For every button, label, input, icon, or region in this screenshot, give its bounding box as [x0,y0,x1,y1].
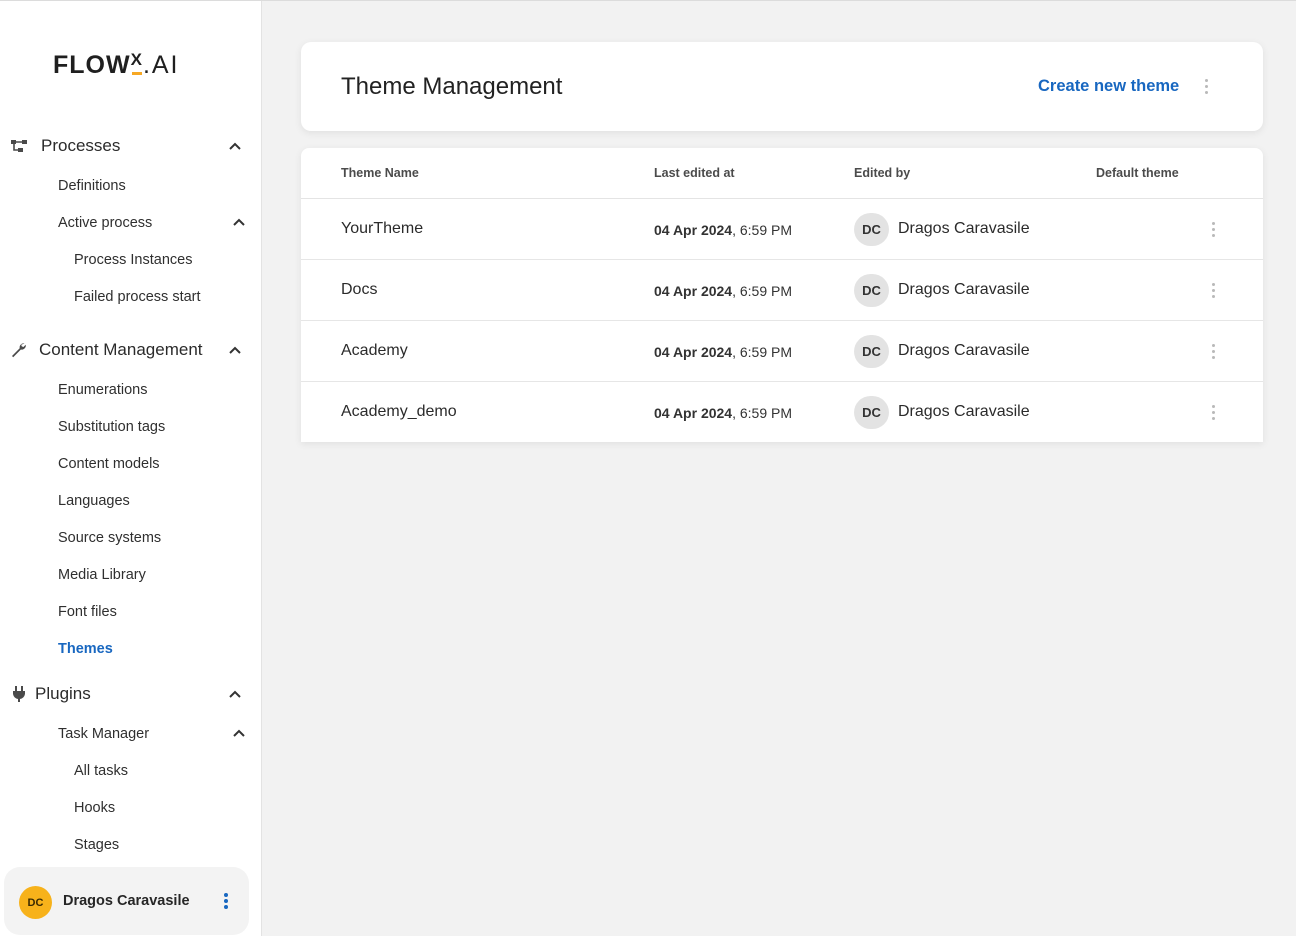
sidebar-item-languages[interactable]: Languages [0,487,262,515]
last-edited: 04 Apr 2024, 6:59 PM [654,222,792,238]
sidebar-item-source-systems[interactable]: Source systems [0,524,262,552]
date-value: 04 Apr 2024 [654,344,733,360]
editor-name: Dragos Caravasile [898,342,1030,359]
column-header-theme-name[interactable]: Theme Name [341,166,419,180]
editor-name: Dragos Caravasile [898,281,1030,298]
last-edited: 04 Apr 2024, 6:59 PM [654,283,792,299]
sidebar-item-process-instances[interactable]: Process Instances [0,246,262,274]
avatar: DC [854,213,889,246]
nav-section-processes[interactable]: Processes [0,129,262,165]
theme-name: YourTheme [341,220,424,237]
time-value: , 6:59 PM [732,283,793,299]
sidebar-item-label: All tasks [74,763,128,779]
date-value: 04 Apr 2024 [654,222,733,238]
table-row[interactable]: Academy 04 Apr 2024, 6:59 PM DC Dragos C… [301,321,1263,382]
editor-name: Dragos Caravasile [898,403,1030,420]
flow-icon [11,140,27,152]
chevron-up-icon[interactable] [226,686,244,704]
chevron-up-icon[interactable] [230,725,248,743]
time-value: , 6:59 PM [732,344,793,360]
avatar: DC [854,335,889,368]
chevron-up-icon[interactable] [226,342,244,360]
time-value: , 6:59 PM [732,222,793,238]
sidebar-item-enumerations[interactable]: Enumerations [0,376,262,404]
sidebar-item-all-tasks[interactable]: All tasks [0,757,262,785]
chevron-up-icon[interactable] [226,138,244,156]
nav-section-label: Content Management [39,340,203,359]
page-title: Theme Management [341,73,563,100]
sidebar-item-label: Active process [58,215,153,231]
column-header-edited-by[interactable]: Edited by [854,166,910,180]
avatar: DC [854,396,889,429]
kebab-menu-icon[interactable] [222,893,230,911]
table-row[interactable]: Academy_demo 04 Apr 2024, 6:59 PM DC Dra… [301,382,1263,443]
sidebar-item-stages[interactable]: Stages [0,831,262,859]
logo-suffix: .AI [142,51,180,79]
flowx-logo[interactable]: FLOWX.AI [53,50,180,79]
editor-name: Dragos Caravasile [898,220,1030,237]
sidebar-item-hooks[interactable]: Hooks [0,794,262,822]
sidebar-item-media-library[interactable]: Media Library [0,561,262,589]
sidebar-item-label: Definitions [58,178,126,194]
sidebar: FLOWX.AI Processes Definitions Active pr… [0,1,262,936]
avatar: DC [854,274,889,307]
nav-section-label: Plugins [35,684,91,703]
sidebar-item-label: Task Manager [58,726,150,742]
time-value: , 6:59 PM [732,405,793,421]
sidebar-item-themes[interactable]: Themes [0,635,262,663]
sidebar-item-failed-process-start[interactable]: Failed process start [0,283,262,311]
sidebar-item-label: Substitution tags [58,419,166,435]
sidebar-item-label: Content models [58,456,160,472]
sidebar-item-active-process[interactable]: Active process [0,209,262,237]
theme-name: Docs [341,281,378,298]
sidebar-item-label: Process Instances [74,252,193,268]
row-menu-icon[interactable] [1210,405,1216,423]
sidebar-item-label: Media Library [58,567,146,583]
sidebar-item-label: Hooks [74,800,116,816]
create-new-theme-button[interactable]: Create new theme [1038,77,1179,96]
nav-section-content-management[interactable]: Content Management [0,333,262,369]
row-menu-icon[interactable] [1210,283,1216,301]
row-menu-icon[interactable] [1210,344,1216,362]
sidebar-item-label: Font files [58,604,117,620]
sidebar-item-content-models[interactable]: Content models [0,450,262,478]
avatar: DC [19,886,52,919]
sidebar-item-label: Languages [58,493,130,509]
plug-icon [13,686,25,702]
column-header-last-edited[interactable]: Last edited at [654,166,735,180]
chevron-up-icon[interactable] [230,214,248,232]
last-edited: 04 Apr 2024, 6:59 PM [654,405,792,421]
sidebar-item-label: Failed process start [74,289,201,305]
logo-mark: X [130,50,143,69]
sidebar-item-definitions[interactable]: Definitions [0,172,262,200]
user-card[interactable]: DC Dragos Caravasile [4,867,249,935]
date-value: 04 Apr 2024 [654,283,733,299]
nav-section-label: Processes [41,136,121,155]
sidebar-item-substitution-tags[interactable]: Substitution tags [0,413,262,441]
user-name: Dragos Caravasile [63,893,190,909]
wrench-icon [12,343,26,358]
sidebar-item-font-files[interactable]: Font files [0,598,262,626]
date-value: 04 Apr 2024 [654,405,733,421]
sidebar-item-task-manager[interactable]: Task Manager [0,720,262,748]
page-header: Theme Management Create new theme [301,42,1263,131]
sidebar-item-label: Source systems [58,530,162,546]
last-edited: 04 Apr 2024, 6:59 PM [654,344,792,360]
logo-brand: FLOW [53,51,131,79]
table-row[interactable]: Docs 04 Apr 2024, 6:59 PM DC Dragos Cara… [301,260,1263,321]
column-header-default-theme[interactable]: Default theme [1096,166,1179,180]
table-row[interactable]: YourTheme 04 Apr 2024, 6:59 PM DC Dragos… [301,199,1263,260]
sidebar-item-label: Themes [58,641,113,657]
theme-name: Academy [341,342,408,359]
theme-name: Academy_demo [341,403,457,420]
sidebar-item-label: Enumerations [58,382,148,398]
themes-table: Theme Name Last edited at Edited by Defa… [301,148,1263,442]
kebab-menu-icon[interactable] [1203,79,1209,97]
nav-section-plugins[interactable]: Plugins [0,677,262,713]
row-menu-icon[interactable] [1210,222,1216,240]
sidebar-item-label: Stages [74,837,120,853]
